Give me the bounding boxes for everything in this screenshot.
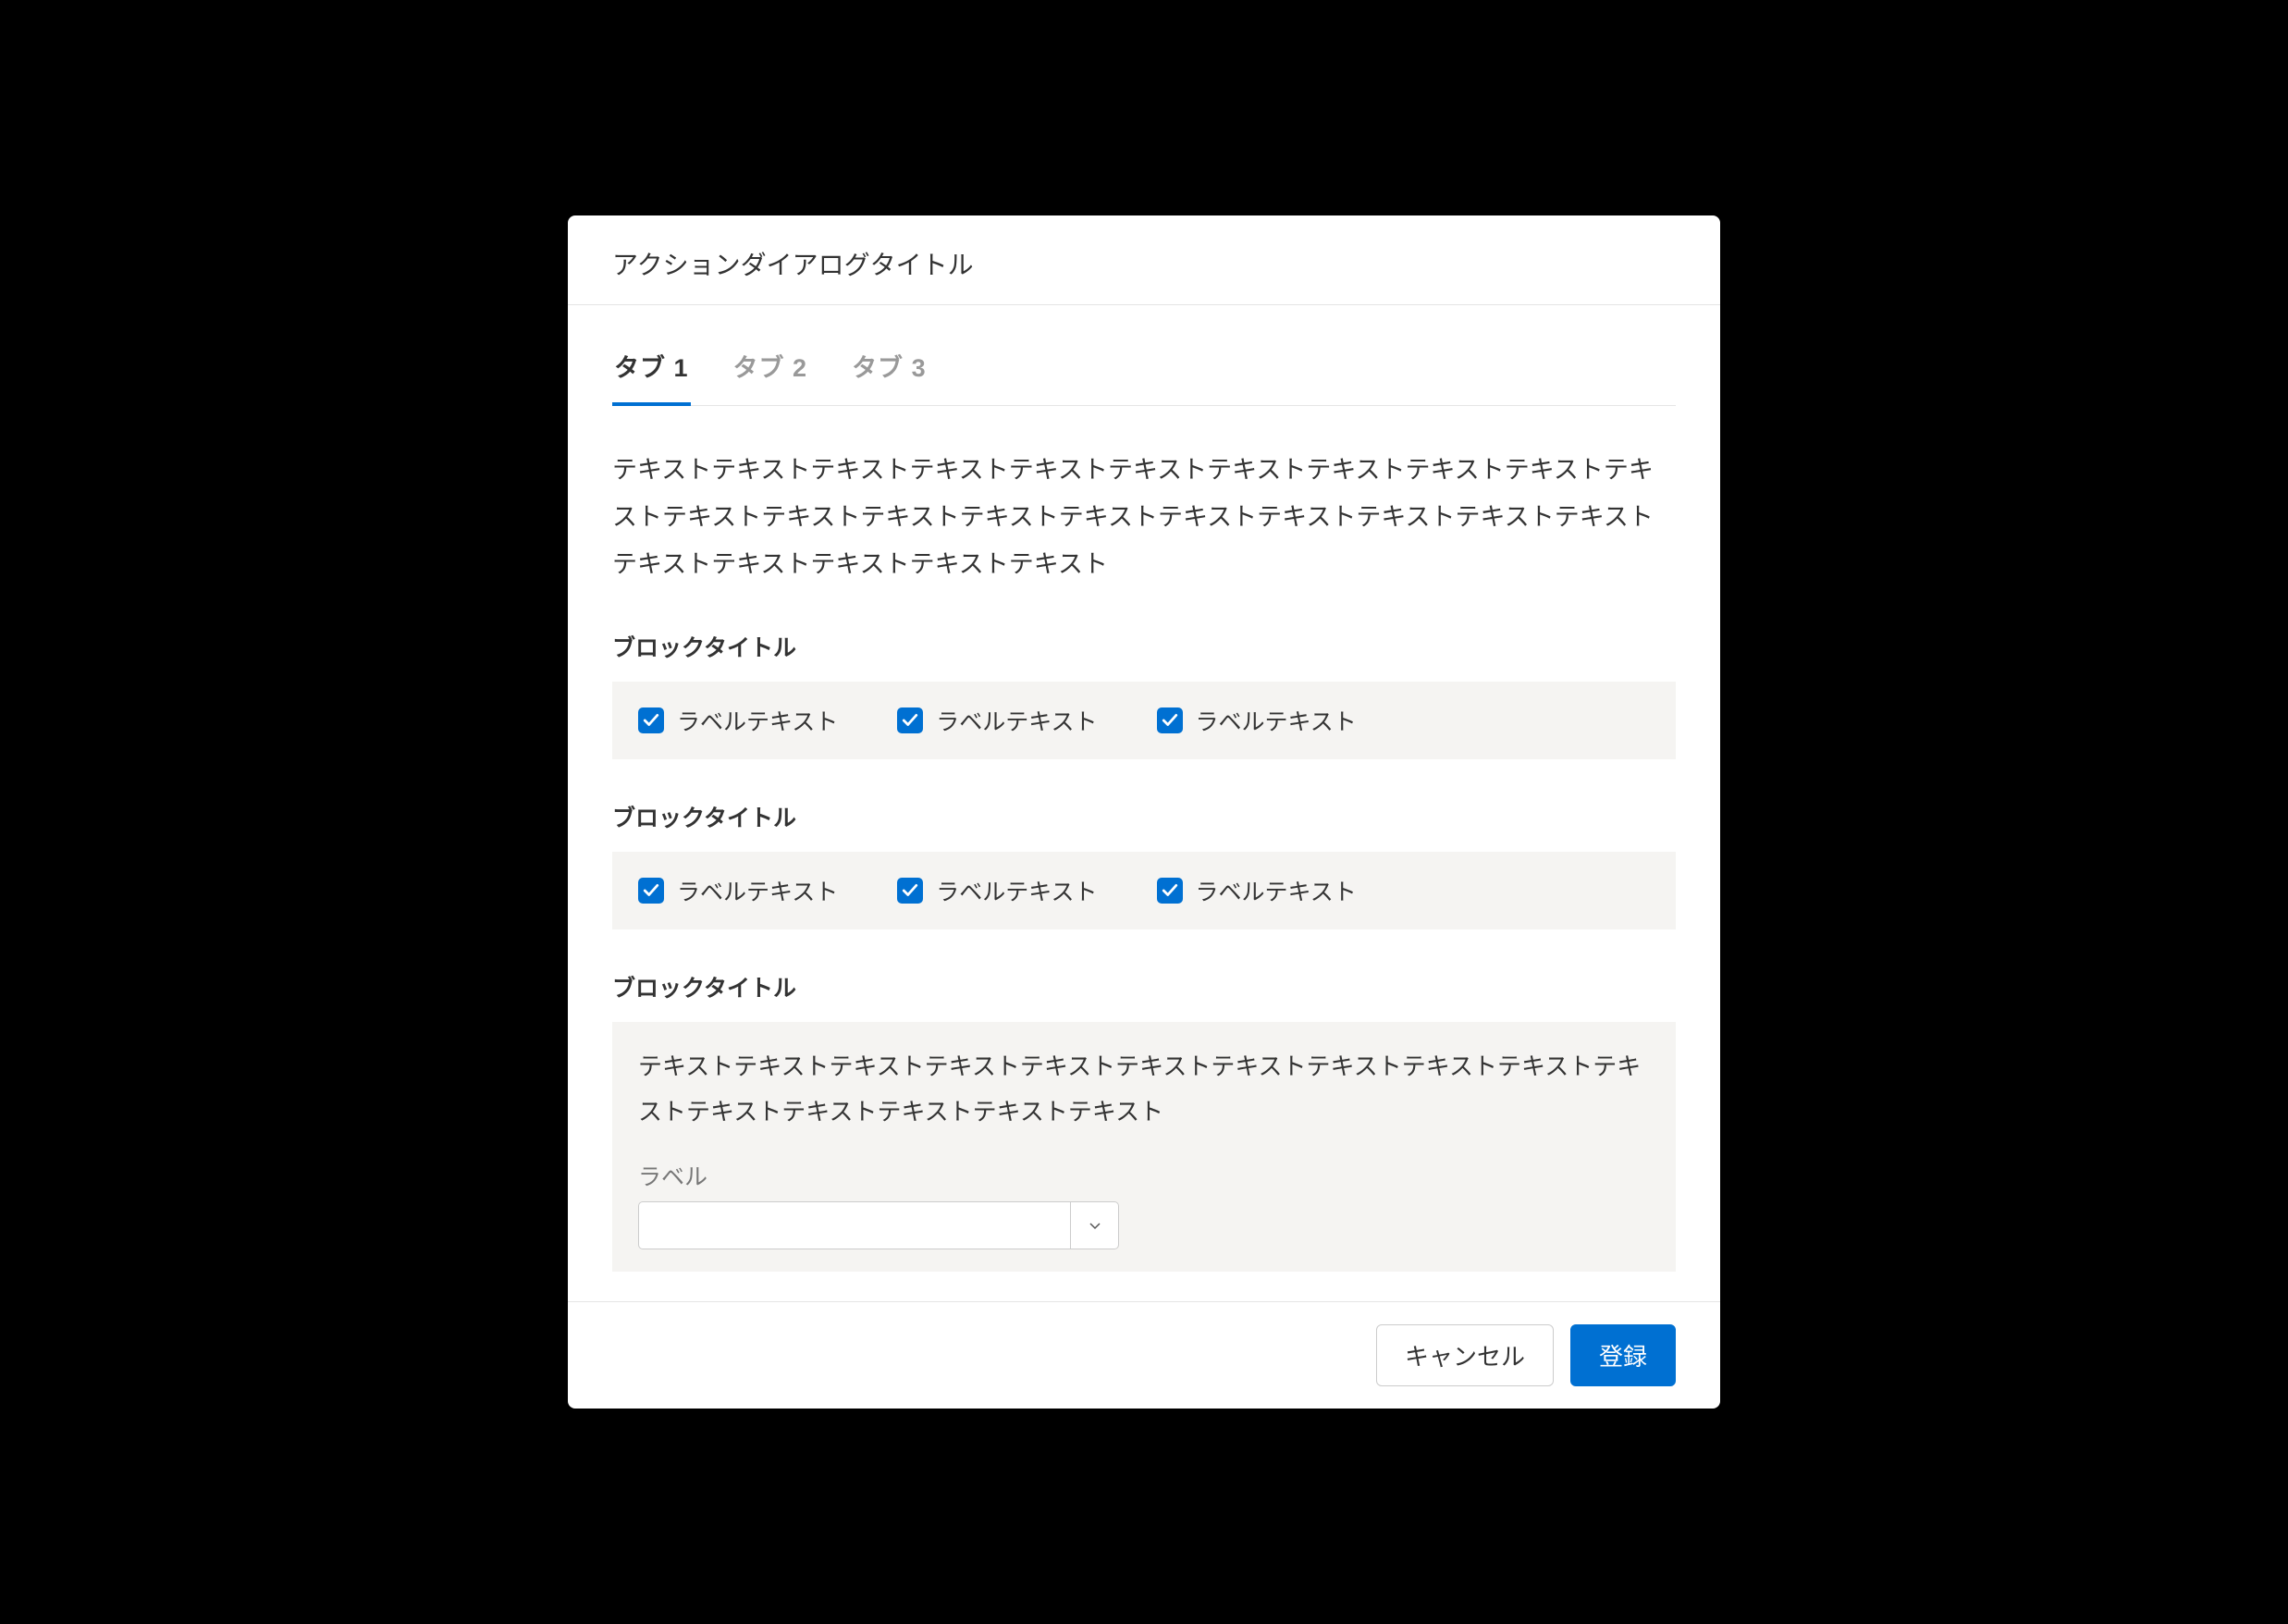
checkbox-6-label: ラベルテキスト	[1196, 874, 1357, 907]
checkbox-5[interactable]	[897, 878, 923, 904]
block-3: ブロックタイトル テキストテキストテキストテキストテキストテキストテキストテキス…	[612, 970, 1676, 1273]
checkbox-item-2[interactable]: ラベルテキスト	[897, 704, 1097, 737]
block-1-title: ブロックタイトル	[612, 630, 1676, 663]
description-text: テキストテキストテキストテキストテキストテキストテキストテキストテキストテキスト…	[612, 447, 1676, 589]
checkbox-1-label: ラベルテキスト	[677, 704, 838, 737]
checkbox-4-label: ラベルテキスト	[677, 874, 838, 907]
cancel-button[interactable]: キャンセル	[1376, 1324, 1554, 1386]
dialog-footer: キャンセル 登録	[568, 1301, 1720, 1409]
dialog-title: アクションダイアログタイトル	[612, 245, 1676, 282]
checkbox-2-label: ラベルテキスト	[936, 704, 1097, 737]
tabs: タブ 1 タブ 2 タブ 3	[612, 331, 1676, 406]
checkbox-item-5[interactable]: ラベルテキスト	[897, 874, 1097, 907]
checkbox-5-label: ラベルテキスト	[936, 874, 1097, 907]
tab-3[interactable]: タブ 3	[850, 331, 929, 406]
chevron-down-icon	[1088, 1218, 1102, 1233]
tab-1[interactable]: タブ 1	[612, 331, 691, 406]
checkbox-6[interactable]	[1157, 878, 1183, 904]
select-dropdown-button[interactable]	[1070, 1202, 1118, 1249]
dialog-body: タブ 1 タブ 2 タブ 3 テキストテキストテキストテキストテキストテキストテ…	[568, 331, 1720, 1302]
block-2-title: ブロックタイトル	[612, 800, 1676, 833]
checkbox-row: ラベルテキスト ラベルテキスト ラベルテキスト	[638, 874, 1650, 907]
checkbox-4[interactable]	[638, 878, 664, 904]
checkbox-item-6[interactable]: ラベルテキスト	[1157, 874, 1357, 907]
action-dialog: アクションダイアログタイトル タブ 1 タブ 2 タブ 3 テキストテキストテキ…	[568, 215, 1720, 1409]
submit-button[interactable]: 登録	[1570, 1324, 1676, 1386]
checkbox-item-3[interactable]: ラベルテキスト	[1157, 704, 1357, 737]
block-1: ブロックタイトル ラベルテキスト ラベルテキスト	[612, 630, 1676, 759]
check-icon	[902, 882, 918, 899]
select-field-label: ラベル	[638, 1159, 1650, 1192]
checkbox-item-1[interactable]: ラベルテキスト	[638, 704, 838, 737]
block-2: ブロックタイトル ラベルテキスト ラベルテキスト	[612, 800, 1676, 929]
select-control[interactable]	[638, 1201, 1119, 1249]
select-input[interactable]	[639, 1202, 1070, 1249]
check-icon	[1162, 882, 1178, 899]
check-icon	[1162, 712, 1178, 729]
block-1-panel: ラベルテキスト ラベルテキスト ラベルテキスト	[612, 682, 1676, 759]
block-2-panel: ラベルテキスト ラベルテキスト ラベルテキスト	[612, 852, 1676, 929]
checkbox-3-label: ラベルテキスト	[1196, 704, 1357, 737]
check-icon	[643, 712, 659, 729]
checkbox-2[interactable]	[897, 707, 923, 733]
checkbox-3[interactable]	[1157, 707, 1183, 733]
tab-2[interactable]: タブ 2	[732, 331, 810, 406]
block-3-title: ブロックタイトル	[612, 970, 1676, 1003]
select-field: ラベル	[638, 1159, 1650, 1249]
dialog-header: アクションダイアログタイトル	[568, 215, 1720, 305]
block-3-text: テキストテキストテキストテキストテキストテキストテキストテキストテキストテキスト…	[638, 1044, 1650, 1136]
checkbox-row: ラベルテキスト ラベルテキスト ラベルテキスト	[638, 704, 1650, 737]
checkbox-1[interactable]	[638, 707, 664, 733]
checkbox-item-4[interactable]: ラベルテキスト	[638, 874, 838, 907]
check-icon	[643, 882, 659, 899]
check-icon	[902, 712, 918, 729]
block-3-panel: テキストテキストテキストテキストテキストテキストテキストテキストテキストテキスト…	[612, 1022, 1676, 1273]
